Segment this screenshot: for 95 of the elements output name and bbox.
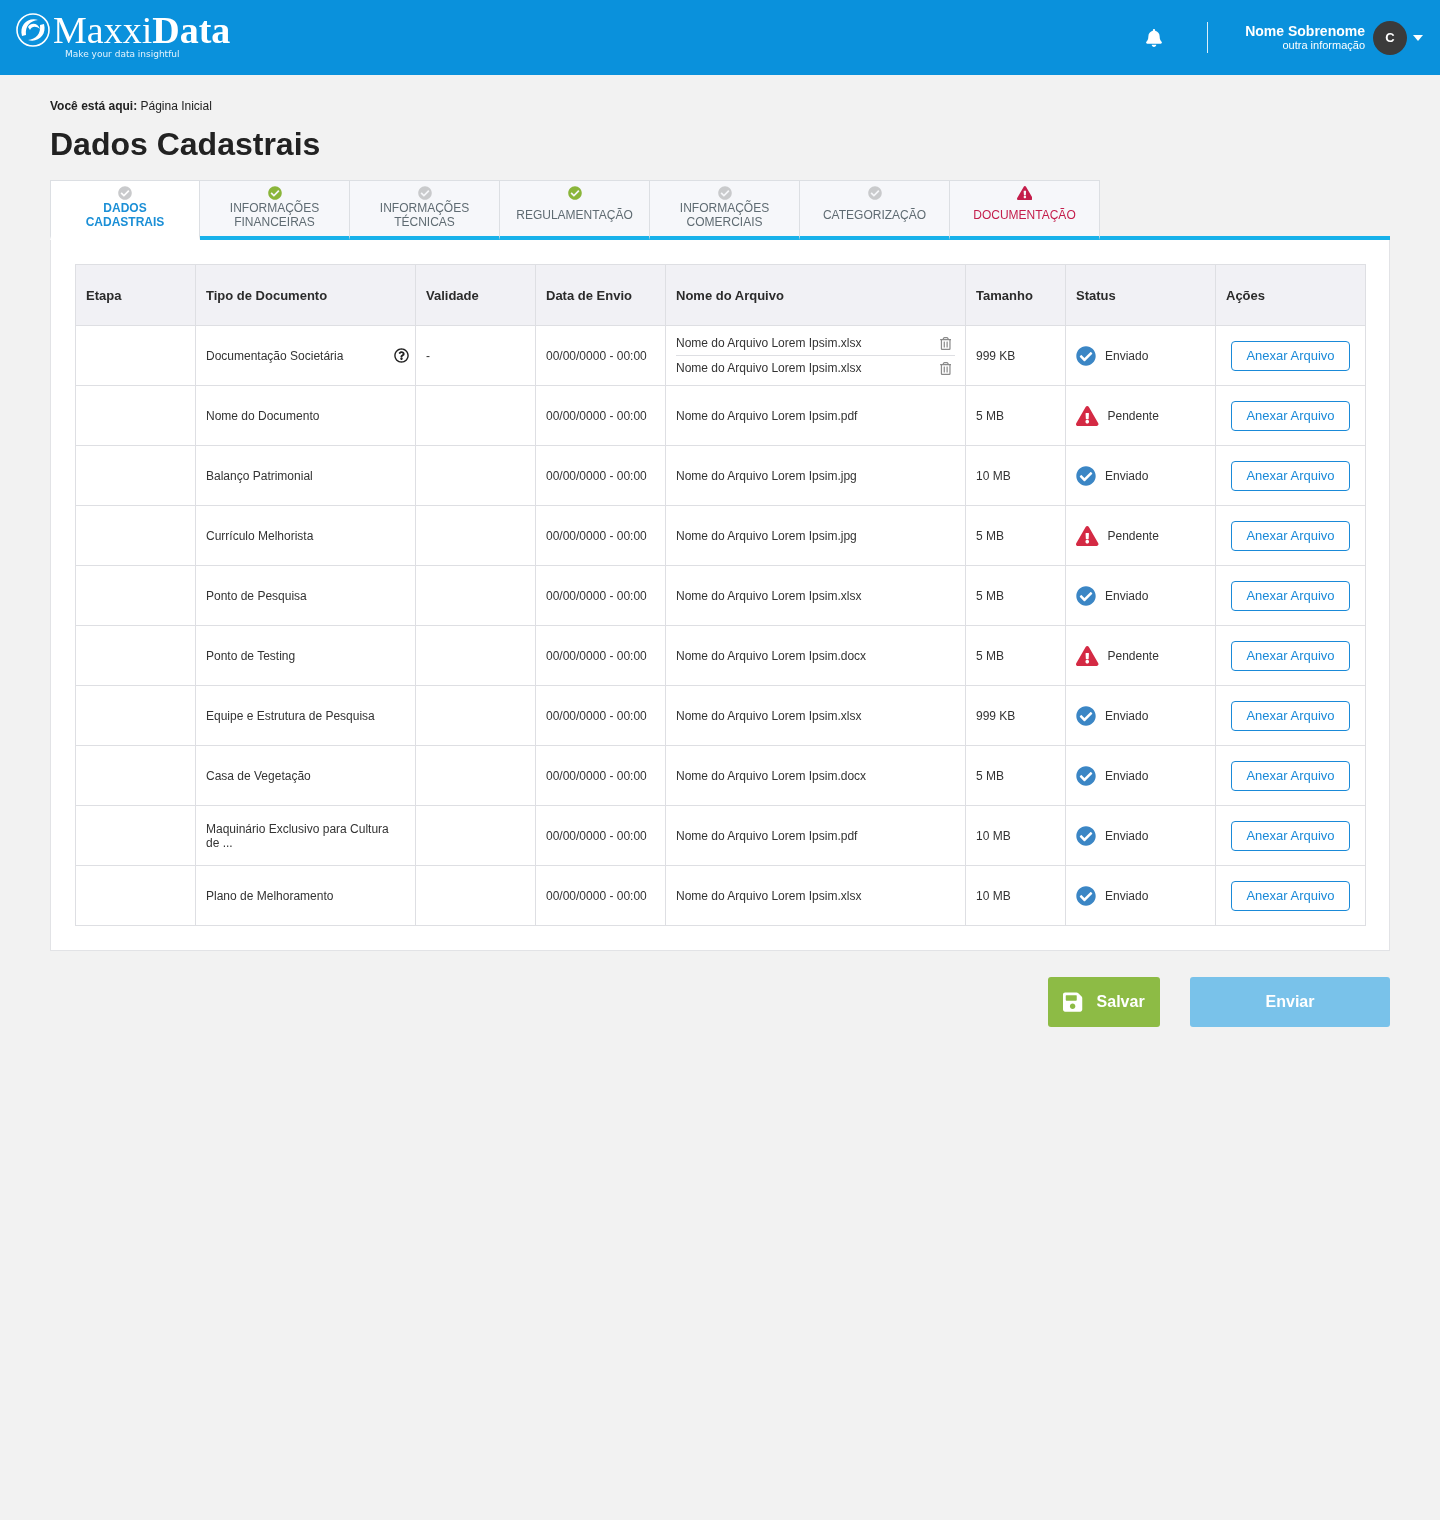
file-size: 10 MB [976, 828, 1011, 843]
status-label: Pendente [1107, 648, 1159, 663]
logo-wordmark: MaxxiData [53, 11, 231, 48]
warning-icon [1076, 405, 1099, 426]
file-name: Nome do Arquivo Lorem Ipsim.xlsx [676, 361, 862, 375]
tab[interactable]: INFORMAÇÕES COMERCIAIS [650, 180, 800, 240]
status-label: Pendente [1107, 408, 1159, 423]
logo-tagline: Make your data insightful [65, 48, 181, 60]
user-name: Nome Sobrenome [1245, 23, 1365, 39]
send-date: 00/00/0000 - 00:00 [546, 708, 647, 723]
send-date: 00/00/0000 - 00:00 [546, 468, 647, 483]
file-name: Nome do Arquivo Lorem Ipsim.jpg [676, 468, 857, 483]
status-label: Enviado [1105, 588, 1149, 603]
document-type: Plano de Melhoramento [206, 888, 334, 903]
file-name: Nome do Arquivo Lorem Ipsim.docx [676, 768, 867, 783]
help-icon[interactable] [394, 348, 409, 363]
file-name: Nome do Arquivo Lorem Ipsim.docx [676, 648, 867, 663]
attach-file-button[interactable]: Anexar Arquivo [1231, 880, 1350, 911]
dropdown-caret-icon[interactable] [1413, 34, 1423, 41]
attach-file-button[interactable]: Anexar Arquivo [1231, 340, 1350, 371]
document-type: Casa de Vegetação [206, 768, 311, 783]
trash-icon[interactable] [939, 361, 951, 375]
tab[interactable]: INFORMAÇÕES TÉCNICAS [350, 180, 500, 240]
file-name: Nome do Arquivo Lorem Ipsim.jpg [676, 528, 857, 543]
status-label: Pendente [1107, 528, 1159, 543]
status-label: Enviado [1105, 768, 1149, 783]
page-title: Dados Cadastrais [50, 125, 322, 163]
attach-file-button[interactable]: Anexar Arquivo [1231, 520, 1350, 551]
column-header: Tamanho [965, 264, 1066, 326]
file-size: 10 MB [976, 888, 1011, 903]
file-name: Nome do Arquivo Lorem Ipsim.pdf [676, 828, 858, 843]
attach-file-button[interactable]: Anexar Arquivo [1231, 820, 1350, 851]
column-header: Data de Envio [535, 264, 666, 326]
document-type: Documentação Societária [206, 348, 344, 363]
document-type: Ponto de Testing [206, 648, 296, 663]
file-name: Nome do Arquivo Lorem Ipsim.xlsx [676, 588, 862, 603]
file-size: 999 KB [976, 708, 1016, 723]
warning-icon [1076, 525, 1099, 546]
attach-file-button[interactable]: Anexar Arquivo [1231, 760, 1350, 791]
send-date: 00/00/0000 - 00:00 [546, 768, 647, 783]
send-date: 00/00/0000 - 00:00 [546, 648, 647, 663]
document-type: Balanço Patrimonial [206, 468, 313, 483]
validity-text: - [426, 348, 430, 363]
tab[interactable]: INFORMAÇÕES FINANCEIRAS [200, 180, 350, 240]
document-type: Nome do Documento [206, 408, 320, 423]
send-date: 00/00/0000 - 00:00 [546, 828, 647, 843]
user-subtitle: outra informação [1282, 39, 1365, 52]
file-name: Nome do Arquivo Lorem Ipsim.xlsx [676, 708, 862, 723]
tab[interactable]: DOCUMENTAÇÃO [950, 180, 1100, 240]
send-date: 00/00/0000 - 00:00 [546, 408, 647, 423]
status-label: Enviado [1105, 708, 1149, 723]
send-date: 00/00/0000 - 00:00 [546, 888, 647, 903]
column-header: Ações [1215, 264, 1366, 326]
file-name: Nome do Arquivo Lorem Ipsim.pdf [676, 408, 858, 423]
document-type: Currículo Melhorista [206, 528, 314, 543]
attach-file-button[interactable]: Anexar Arquivo [1231, 700, 1350, 731]
file-size: 5 MB [976, 588, 1004, 603]
column-header: Tipo de Documento [195, 264, 416, 326]
document-type: Equipe e Estrutura de Pesquisa [206, 708, 375, 723]
trash-icon[interactable] [939, 336, 951, 350]
tab[interactable]: CATEGORIZAÇÃO [800, 180, 950, 240]
attach-file-button[interactable]: Anexar Arquivo [1231, 460, 1350, 491]
document-type: Ponto de Pesquisa [206, 588, 307, 603]
document-type: Maquinário Exclusivo para Cultura de ... [206, 821, 390, 850]
file-size: 10 MB [976, 468, 1011, 483]
status-label: Enviado [1105, 888, 1149, 903]
user-avatar[interactable]: C [1373, 20, 1407, 55]
column-header: Status [1065, 264, 1216, 326]
attach-file-button[interactable]: Anexar Arquivo [1231, 580, 1350, 611]
send-date: 00/00/0000 - 00:00 [546, 588, 647, 603]
column-header: Nome do Arquivo [665, 264, 966, 326]
status-label: Enviado [1105, 348, 1149, 363]
save-button[interactable]: Salvar [1048, 977, 1160, 1027]
warning-icon [1076, 645, 1099, 666]
file-name: Nome do Arquivo Lorem Ipsim.xlsx [676, 336, 862, 350]
attach-file-button[interactable]: Anexar Arquivo [1231, 640, 1350, 671]
send-date: 00/00/0000 - 00:00 [546, 348, 647, 363]
column-header: Etapa [75, 264, 196, 326]
file-size: 999 KB [976, 348, 1016, 363]
file-name: Nome do Arquivo Lorem Ipsim.xlsx [676, 888, 862, 903]
tab[interactable]: DADOS CADASTRAIS [50, 180, 200, 240]
attach-file-button[interactable]: Anexar Arquivo [1231, 400, 1350, 431]
file-size: 5 MB [976, 768, 1004, 783]
file-size: 5 MB [976, 648, 1004, 663]
file-size: 5 MB [976, 528, 1004, 543]
send-date: 00/00/0000 - 00:00 [546, 528, 647, 543]
notification-bell-icon[interactable] [1146, 28, 1163, 47]
warning-icon [1016, 186, 1033, 200]
column-header: Validade [415, 264, 536, 326]
status-label: Enviado [1105, 468, 1149, 483]
file-size: 5 MB [976, 408, 1004, 423]
tab[interactable]: REGULAMENTAÇÃO [500, 180, 650, 240]
breadcrumb: Você está aqui: Página Inicial [50, 99, 213, 113]
status-label: Enviado [1105, 828, 1149, 843]
swirl-logo-icon [16, 12, 50, 47]
